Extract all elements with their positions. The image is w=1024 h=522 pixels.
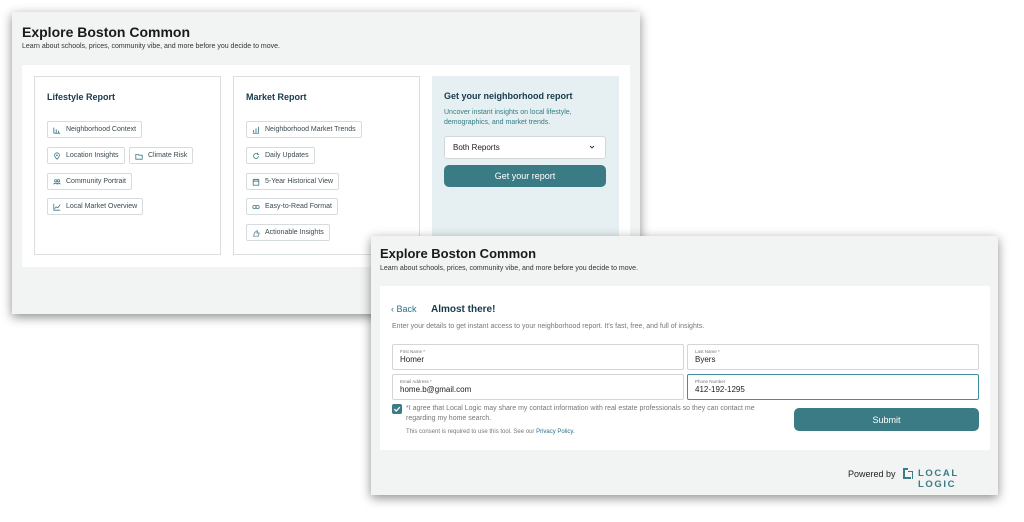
email-field[interactable]: Email Address * home.b@gmail.com [392,374,684,400]
page-title: Explore Boston Common [22,24,191,40]
consent-text-line2: regarding my home search. [406,415,492,422]
chip-neighborhood-market-trends[interactable]: Neighborhood Market Trends [246,121,362,138]
page-subtitle: Learn about schools, prices, community v… [22,43,280,50]
report-type-selected: Both Reports [453,143,500,152]
chip-label: Community Portrait [66,178,126,185]
users-icon [53,178,61,185]
form-intro: Enter your details to get instant access… [392,323,705,330]
contact-form: ‹ Back Almost there! Enter your details … [380,286,990,450]
email-label: Email Address * [400,379,432,384]
chevron-down-icon [589,145,595,149]
last-name-label: Last Name * [695,349,720,354]
consent-text-line1: *I agree that Local Logic may share my c… [406,405,755,412]
lifestyle-report-title: Lifestyle Report [47,92,116,102]
market-report-panel: Market Report Neighborhood Market Trends… [233,76,420,255]
chip-label: 5-Year Historical View [265,178,334,185]
chip-label: Local Market Overview [66,203,138,210]
first-name-field[interactable]: First Name * Homer [392,344,684,370]
lifestyle-report-panel: Lifestyle Report Neighborhood Context Lo… [34,76,221,255]
market-report-title: Market Report [246,92,307,102]
chip-label: Neighborhood Market Trends [265,126,356,133]
chip-climate-risk[interactable]: Climate Risk [129,147,194,164]
get-report-button[interactable]: Get your report [444,165,606,187]
trend-chart-icon [252,126,260,134]
page-subtitle: Learn about schools, prices, community v… [380,265,638,272]
chip-location-insights[interactable]: Location Insights [47,147,125,164]
contact-form-card: Explore Boston Common Learn about school… [371,236,998,495]
submit-button[interactable]: Submit [794,408,979,431]
back-link[interactable]: ‹ Back [391,304,417,314]
consent-checkbox[interactable] [392,404,402,414]
first-name-label: First Name * [400,349,426,354]
back-label: Back [396,304,417,314]
last-name-value: Byers [695,355,716,364]
page-title: Explore Boston Common [380,246,537,261]
calendar-icon [252,178,260,186]
local-logic-brand: LOCAL LOGIC [918,468,959,490]
chip-label: Actionable Insights [265,229,324,236]
chip-neighborhood-context[interactable]: Neighborhood Context [47,121,143,138]
chip-actionable-insights[interactable]: Actionable Insights [246,224,330,241]
map-pin-icon [54,151,60,160]
first-name-value: Homer [400,355,425,364]
form-heading: Almost there! [431,304,496,315]
folder-icon [135,153,143,160]
consent-note: This consent is required to use this too… [406,429,575,435]
chip-easy-to-read-format[interactable]: Easy-to-Read Format [246,198,338,215]
phone-value: 412-192-1295 [695,385,745,394]
chip-label: Climate Risk [148,152,188,159]
bar-chart-icon [53,127,61,134]
local-logic-logo-icon [903,468,913,479]
cta-description: Uncover instant insights on local lifest… [444,109,572,126]
eye-icon [252,204,260,209]
chip-daily-updates[interactable]: Daily Updates [246,147,315,164]
hand-icon [253,229,260,237]
chip-5-year-historical-view[interactable]: 5-Year Historical View [246,173,340,190]
phone-label: Phone Number [695,379,726,384]
chip-community-portrait[interactable]: Community Portrait [47,173,132,190]
email-value: home.b@gmail.com [400,385,472,394]
chip-label: Daily Updates [265,152,309,159]
consent-note-text: This consent is required to use this too… [406,429,537,435]
privacy-policy-link[interactable]: Privacy Policy. [536,429,575,435]
chip-label: Easy-to-Read Format [265,203,332,210]
line-chart-icon [53,203,61,211]
last-name-field[interactable]: Last Name * Byers [687,344,979,370]
report-type-select[interactable]: Both Reports [444,136,606,159]
phone-field[interactable]: Phone Number 412-192-1295 [687,374,979,400]
chip-label: Location Insights [66,152,119,159]
refresh-icon [253,152,260,159]
checkmark-icon [393,406,401,413]
cta-title: Get your neighborhood report [444,91,573,101]
chip-label: Neighborhood Context [66,126,137,133]
powered-by-label: Powered by [848,469,896,479]
chip-local-market-overview[interactable]: Local Market Overview [47,198,144,215]
